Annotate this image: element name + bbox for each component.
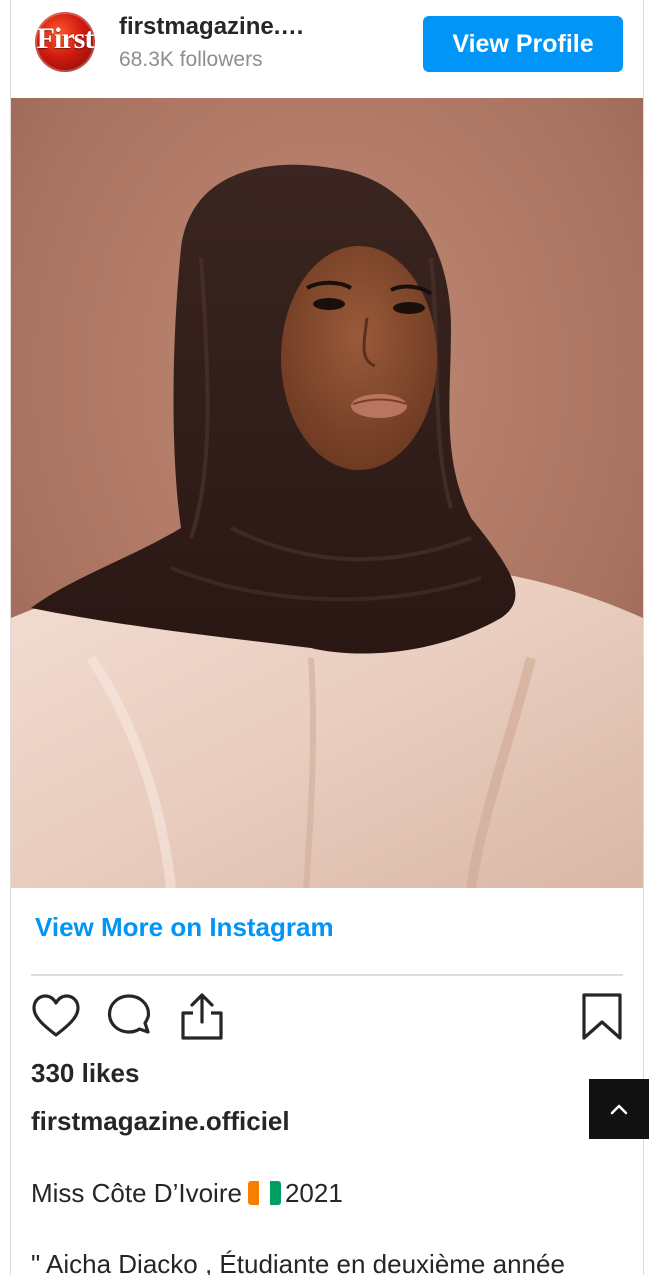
save-button[interactable] bbox=[577, 992, 627, 1042]
comment-button[interactable] bbox=[104, 992, 154, 1042]
scroll-to-top-button[interactable] bbox=[589, 1079, 649, 1139]
share-button[interactable] bbox=[177, 992, 227, 1042]
like-count: 330 likes bbox=[31, 1058, 140, 1088]
cote-divoire-flag-icon bbox=[247, 1181, 281, 1205]
avatar-ring bbox=[35, 12, 95, 72]
view-more-on-instagram-link[interactable]: View More on Instagram bbox=[35, 912, 334, 943]
instagram-embed-card: First firstmagazine.… 68.3K followers Vi… bbox=[10, 0, 644, 1275]
comment-icon bbox=[107, 994, 151, 1034]
profile-name[interactable]: firstmagazine.… bbox=[119, 13, 329, 41]
chevron-up-icon bbox=[610, 1104, 628, 1115]
post-photo[interactable] bbox=[11, 98, 643, 888]
page: First firstmagazine.… 68.3K followers Vi… bbox=[0, 0, 650, 1275]
post-username[interactable]: firstmagazine.officiel bbox=[31, 1106, 290, 1137]
portrait-image bbox=[11, 98, 643, 888]
share-icon bbox=[181, 993, 223, 1040]
post-header: First firstmagazine.… 68.3K followers Vi… bbox=[11, 0, 643, 98]
caption-title: Miss Côte D’Ivoire 2021 bbox=[31, 1178, 343, 1209]
divider bbox=[31, 974, 623, 976]
caption-title-text: Miss Côte D’Ivoire bbox=[31, 1178, 242, 1208]
heart-icon bbox=[32, 994, 80, 1037]
caption-year: 2021 bbox=[284, 1178, 343, 1208]
bookmark-icon bbox=[582, 993, 622, 1040]
like-button[interactable] bbox=[31, 992, 81, 1042]
follower-count: 68.3K followers bbox=[119, 48, 263, 71]
view-profile-button[interactable]: View Profile bbox=[423, 16, 623, 72]
caption-text: " Aicha Diacko , Étudiante en deuxième a… bbox=[31, 1249, 565, 1275]
